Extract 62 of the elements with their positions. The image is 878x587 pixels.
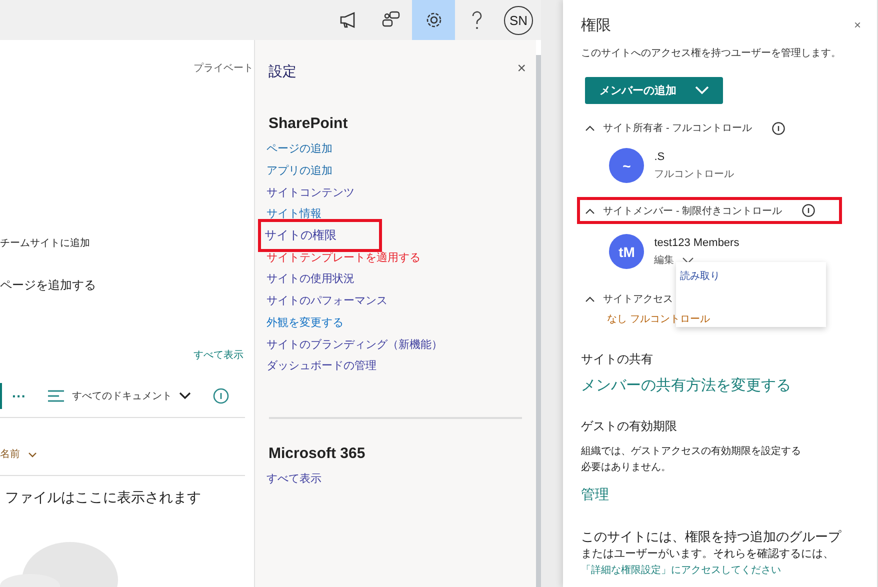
more-button[interactable]: ···	[12, 388, 26, 404]
settings-link[interactable]: サイト情報	[266, 206, 322, 222]
settings-link[interactable]: サイトの使用状況	[266, 271, 355, 286]
chevron-down-icon	[28, 452, 37, 458]
panel-description: このサイトへのアクセス権を持つユーザーを管理します。	[581, 47, 842, 61]
info-icon	[772, 122, 786, 134]
info-icon	[802, 204, 816, 217]
member-avatar: tM	[609, 234, 644, 269]
help-icon	[470, 10, 484, 30]
megaphone-icon	[338, 12, 356, 28]
list-icon	[47, 389, 65, 403]
chat-icon	[382, 11, 400, 29]
change-sharing-link[interactable]: メンバーの共有方法を変更する	[581, 376, 877, 396]
settings-link[interactable]: サイトのブランディング（新機能）	[266, 336, 443, 352]
group-header[interactable]: サイト所有者 - フルコントロール	[581, 118, 794, 138]
see-all-link[interactable]: すべて表示	[194, 349, 244, 363]
section-heading: サイトの共有	[581, 351, 654, 367]
settings-link[interactable]: サイトのパフォーマンス	[266, 293, 388, 308]
empty-message: ファイルはここに表示されます	[5, 488, 202, 506]
group-header[interactable]: サイトメンバー - 制限付きコントロール	[577, 197, 842, 224]
chevron-down-icon	[179, 392, 191, 400]
chevron-up-icon	[585, 125, 596, 131]
guest-expiry-text: 組織では、ゲストアクセスの有効期限を設定する 必要はありません。	[581, 444, 802, 475]
additional-groups-text: このサイトには、権限を持つ追加のグループ またはユーザーがいます。それらを確認するには、	[581, 528, 842, 562]
chevron-down-icon	[694, 86, 709, 95]
member-role: フルコントロール	[654, 168, 734, 182]
privacy-label: プライベート	[194, 62, 254, 76]
add-to-team-site-text: チームサイトに追加	[0, 237, 91, 251]
chevron-up-icon	[585, 208, 596, 214]
column-header[interactable]: 名前	[0, 448, 37, 462]
panel-title: 設定	[268, 62, 297, 81]
member-avatar: ~	[609, 148, 644, 183]
add-page-link[interactable]: ページを追加する	[0, 277, 254, 293]
settings-icon	[424, 11, 442, 29]
settings-button[interactable]	[412, 0, 455, 40]
section-heading: Microsoft 365	[268, 444, 366, 464]
settings-link[interactable]: サイトの権限	[258, 219, 382, 252]
close-button[interactable]: ×	[517, 60, 526, 77]
settings-link[interactable]: サイトコンテンツ	[266, 184, 355, 200]
close-button[interactable]: ×	[854, 18, 861, 32]
settings-link[interactable]: ダッシュボードの管理	[266, 358, 377, 374]
info-icon	[213, 388, 229, 404]
chevron-up-icon	[585, 296, 596, 302]
access-summary: なし フルコントロール	[607, 313, 710, 327]
panel-title: 権限	[581, 16, 612, 36]
settings-link[interactable]: 外観を変更する	[266, 314, 344, 330]
chevron-down-icon	[682, 257, 694, 264]
account-avatar[interactable]: SN	[504, 6, 533, 34]
add-members-button[interactable]: メンバーの追加	[585, 77, 724, 104]
member-name: .S	[654, 150, 666, 164]
settings-link[interactable]: サイトテンプレートを適用する	[266, 250, 421, 265]
settings-link[interactable]: アプリの追加	[266, 163, 333, 178]
advanced-permissions-link[interactable]: 「詳細な権限設定」にアクセスしてください	[581, 564, 782, 578]
manage-link[interactable]: 管理	[581, 484, 877, 504]
settings-link[interactable]: ページの追加	[266, 141, 333, 156]
view-selector[interactable]: すべてのドキュメント	[47, 389, 191, 403]
command-button-edge	[0, 383, 2, 409]
member-name: test123 Members	[654, 236, 740, 250]
section-heading: ゲストの有効期限	[581, 418, 678, 434]
settings-link[interactable]: すべて表示	[266, 470, 322, 486]
group-header[interactable]: サイトアクセス	[581, 289, 682, 309]
section-heading: SharePoint	[268, 114, 349, 134]
